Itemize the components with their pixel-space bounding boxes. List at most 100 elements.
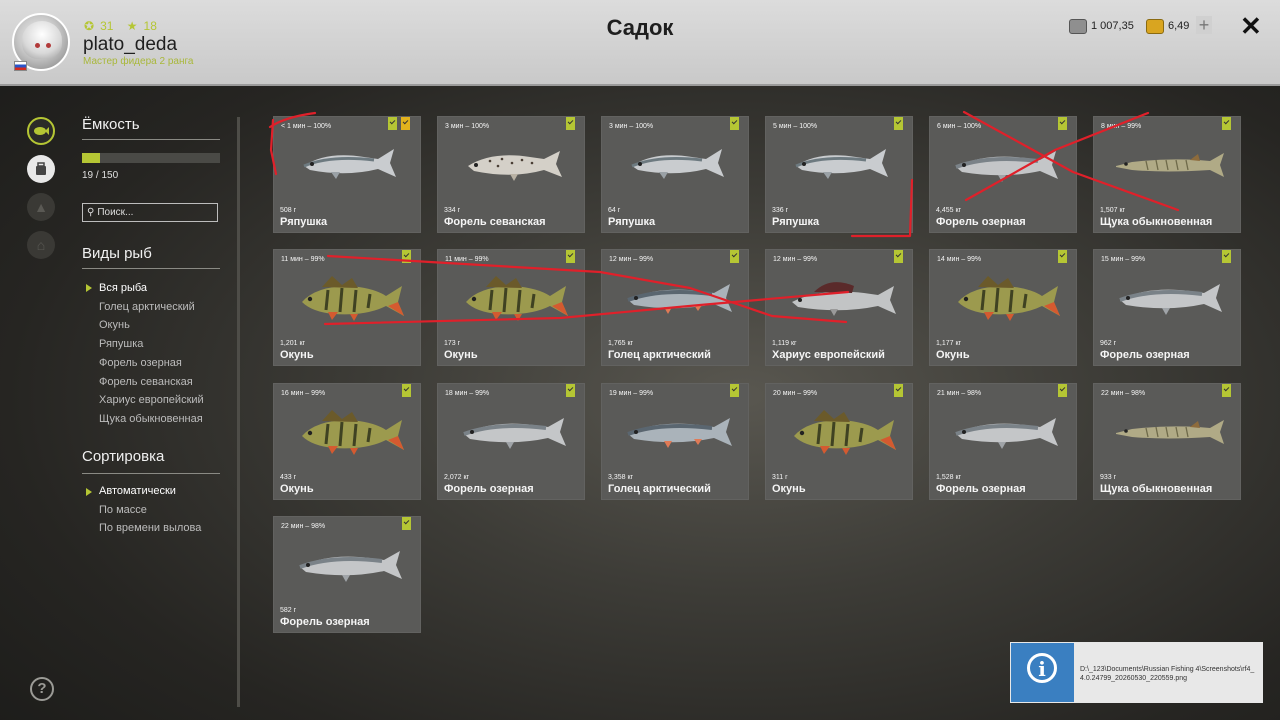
fish-card[interactable]: 20 мин – 99% 311 г Окунь <box>765 383 913 500</box>
avatar-eye <box>46 43 51 48</box>
fish-card[interactable]: 11 мин – 99% 173 г Окунь <box>437 249 585 366</box>
fish-card[interactable]: 22 мин – 98% 582 г Форель озерная <box>273 516 421 633</box>
sort-option-item[interactable]: Автоматически <box>99 482 201 501</box>
fish-card[interactable]: 22 мин – 98% 933 г Щука обыкновенная <box>1093 383 1241 500</box>
fish-card[interactable]: 6 мин – 100% 4,455 кг Форель озерная <box>929 116 1077 233</box>
info-icon: i <box>1011 643 1074 702</box>
keep-badge-icon[interactable] <box>566 117 575 130</box>
sort-option-item[interactable]: По массе <box>99 501 201 520</box>
sort-options-list: Автоматически По массе По времени вылова <box>99 482 201 538</box>
bucket-icon[interactable] <box>27 155 55 183</box>
catch-time: 20 мин – 99% <box>773 390 818 397</box>
fish-name: Форель озерная <box>280 616 370 628</box>
keep-badge-icon[interactable] <box>730 384 739 397</box>
keep-badge-icon[interactable] <box>1058 384 1067 397</box>
vendace-fish-image <box>303 149 396 179</box>
fish-weight: 962 г <box>1100 340 1117 347</box>
species-filter-item[interactable]: Голец арктический <box>99 298 204 317</box>
fire-icon[interactable]: ▲ <box>27 193 55 221</box>
keep-badge-icon[interactable] <box>402 384 411 397</box>
fish-name: Ряпушка <box>772 216 820 228</box>
search-input[interactable]: ⚲ Поиск... <box>82 203 218 222</box>
keep-badge-icon[interactable] <box>894 250 903 263</box>
fish-name: Окунь <box>280 349 314 361</box>
favorite-badge-icon[interactable] <box>401 117 410 130</box>
species-filter-item[interactable]: Ряпушка <box>99 335 204 354</box>
fish-card[interactable]: 3 мин – 100% 334 г Форель севанская <box>437 116 585 233</box>
keep-badge-icon[interactable] <box>894 117 903 130</box>
char-fish-image <box>627 418 732 448</box>
trout-fish-image <box>955 418 1058 449</box>
species-filter-item[interactable]: Форель озерная <box>99 354 204 373</box>
fish-card[interactable]: 12 мин – 99% 1,765 кг Голец арктический <box>601 249 749 366</box>
pike-fish-image <box>1116 420 1224 444</box>
keep-badge-icon[interactable] <box>730 117 739 130</box>
close-button[interactable]: ✕ <box>1240 11 1262 41</box>
fish-card[interactable]: 19 мин – 99% 3,358 кг Голец арктический <box>601 383 749 500</box>
keep-badge-icon[interactable] <box>1058 250 1067 263</box>
fish-name: Ряпушка <box>280 216 328 228</box>
screenshot-notification[interactable]: i D:\_123\Documents\Russian Fishing 4\Sc… <box>1010 642 1263 703</box>
species-filter-item[interactable]: Вся рыба <box>99 279 204 298</box>
vendace-fish-image <box>631 149 724 179</box>
catch-time: 14 мин – 99% <box>937 256 982 263</box>
species-filter-item[interactable]: Хариус европейский <box>99 391 204 410</box>
species-filter-item[interactable]: Щука обыкновенная <box>99 410 204 429</box>
fish-card[interactable]: 3 мин – 100% 64 г Ряпушка <box>601 116 749 233</box>
home-icon[interactable]: ⌂ <box>27 231 55 259</box>
fish-weight: 433 г <box>280 474 297 481</box>
keep-badge-icon[interactable] <box>402 250 411 263</box>
fish-name: Окунь <box>936 349 970 361</box>
species-heading: Виды рыб <box>82 245 152 262</box>
catch-time: 16 мин – 99% <box>281 390 326 397</box>
catch-time: 3 мин – 100% <box>445 123 490 130</box>
fish-card[interactable]: 21 мин – 98% 1,528 кг Форель озерная <box>929 383 1077 500</box>
fish-card[interactable]: < 1 мин – 100% 508 г Ряпушка <box>273 116 421 233</box>
perch-fish-image <box>466 276 568 321</box>
fish-card[interactable]: 14 мин – 99% 1,177 кг Окунь <box>929 249 1077 366</box>
fish-keepnet-icon[interactable] <box>27 117 55 145</box>
fish-card[interactable]: 12 мин – 99% 1,119 кг Хариус европейский <box>765 249 913 366</box>
avatar-eye <box>35 43 40 48</box>
fish-weight: 933 г <box>1100 474 1117 481</box>
capacity-progress-fill <box>82 153 100 163</box>
keep-badge-icon[interactable] <box>388 117 397 130</box>
keep-badge-icon[interactable] <box>566 250 575 263</box>
fish-weight: 1,119 кг <box>772 340 797 347</box>
help-button[interactable]: ? <box>30 677 54 701</box>
fish-card[interactable]: 16 мин – 99% 433 г Окунь <box>273 383 421 500</box>
pike-fish-image <box>1116 153 1224 177</box>
fish-card[interactable]: 8 мин – 99% 1,507 кг Щука обыкновенная <box>1093 116 1241 233</box>
fish-weight: 4,455 кг <box>936 207 962 214</box>
species-filter-item[interactable]: Форель севанская <box>99 373 204 392</box>
keep-badge-icon[interactable] <box>730 250 739 263</box>
fish-name: Форель озерная <box>936 216 1026 228</box>
fish-weight: 1,765 кг <box>608 340 634 347</box>
silver-balance: 1 007,35 <box>1069 16 1134 36</box>
fish-card[interactable]: 11 мин – 99% 1,201 кг Окунь <box>273 249 421 366</box>
keep-badge-icon[interactable] <box>402 517 411 530</box>
keep-badge-icon[interactable] <box>1222 384 1231 397</box>
fish-name: Хариус европейский <box>772 349 885 361</box>
species-filter-item[interactable]: Окунь <box>99 316 204 335</box>
screenshot-path: D:\_123\Documents\Russian Fishing 4\Scre… <box>1080 666 1255 682</box>
add-currency-button[interactable]: + <box>1196 16 1212 34</box>
fish-card[interactable]: 15 мин – 99% 962 г Форель озерная <box>1093 249 1241 366</box>
keep-badge-icon[interactable] <box>894 384 903 397</box>
keep-badge-icon[interactable] <box>1222 250 1231 263</box>
keep-badge-icon[interactable] <box>1058 117 1067 130</box>
fish-name: Щука обыкновенная <box>1100 483 1213 495</box>
silver-amount: 1 007,35 <box>1091 20 1134 32</box>
catch-time: 3 мин – 100% <box>609 123 654 130</box>
catch-time: 22 мин – 98% <box>281 523 326 530</box>
sort-option-item[interactable]: По времени вылова <box>99 519 201 538</box>
keep-badge-icon[interactable] <box>1222 117 1231 130</box>
fish-weight: 1,507 кг <box>1100 207 1126 214</box>
fish-card[interactable]: 5 мин – 100% 336 г Ряпушка <box>765 116 913 233</box>
trout-fish-image <box>1119 284 1222 315</box>
fish-card[interactable]: 18 мин – 99% 2,072 кг Форель озерная <box>437 383 585 500</box>
fish-weight: 508 г <box>280 207 297 214</box>
catch-time: < 1 мин – 100% <box>281 123 332 130</box>
catch-time: 22 мин – 98% <box>1101 390 1146 397</box>
keep-badge-icon[interactable] <box>566 384 575 397</box>
